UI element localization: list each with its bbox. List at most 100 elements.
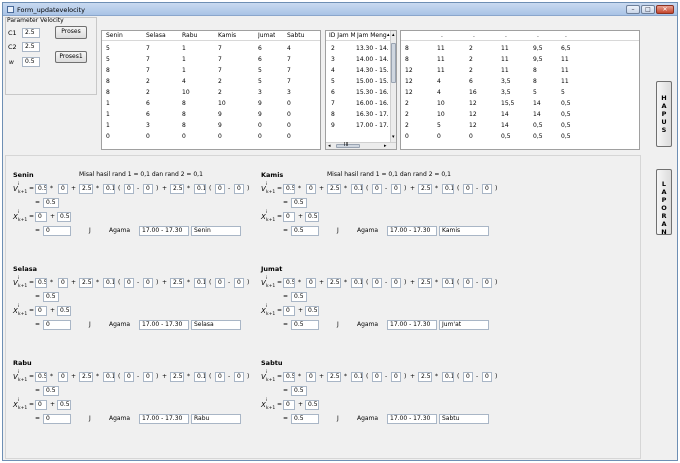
- day-block-jumat-jam-field[interactable]: 17.00 - 17.30: [387, 320, 437, 330]
- day-block-kamis-xv-field[interactable]: 0.5: [305, 212, 319, 222]
- day-block-rabu-w-field[interactable]: 0.5: [35, 372, 47, 382]
- day-block-sabtu-x-field[interactable]: 0: [283, 400, 295, 410]
- day-block-selasa-c1-field[interactable]: 2.5: [79, 278, 93, 288]
- day-block-sabtu-xv-field[interactable]: 0.5: [305, 400, 319, 410]
- days-col-header-5[interactable]: Sabtu: [287, 32, 304, 40]
- right-col-header-3[interactable]: .: [505, 32, 507, 40]
- day-block-senin-q-field[interactable]: 0: [143, 184, 153, 194]
- day-block-senin-c1-field[interactable]: 2.5: [79, 184, 93, 194]
- days-grid[interactable]: Senin Selasa Rabu Kamis Jumat Sabtu 5 7 1 7 6 4 5 7 1 7…: [101, 30, 321, 150]
- day-block-kamis-c1-field[interactable]: 2.5: [327, 184, 341, 194]
- day-block-kamis-w-field[interactable]: 0.5: [283, 184, 295, 194]
- day-block-sabtu-v-result[interactable]: 0.5: [291, 386, 307, 396]
- day-block-selasa-v-field[interactable]: 0: [58, 278, 68, 288]
- close-button[interactable]: ✕: [656, 5, 674, 14]
- day-block-sabtu-g-field[interactable]: 0: [463, 372, 473, 382]
- day-block-sabtu-c1-field[interactable]: 2.5: [327, 372, 341, 382]
- day-block-sabtu-day-field[interactable]: Sabtu: [439, 414, 489, 424]
- day-block-kamis-r1-field[interactable]: 0.1: [351, 184, 363, 194]
- day-block-senin-r1-field[interactable]: 0.1: [103, 184, 115, 194]
- days-col-header-1[interactable]: Selasa: [146, 32, 166, 40]
- day-block-kamis-jam-field[interactable]: 17.00 - 17.30: [387, 226, 437, 236]
- day-block-rabu-q2-field[interactable]: 0: [234, 372, 244, 382]
- w-field[interactable]: 0.5: [22, 57, 40, 67]
- day-block-kamis-q-field[interactable]: 0: [391, 184, 401, 194]
- day-block-rabu-xv-field[interactable]: 0.5: [57, 400, 71, 410]
- day-block-senin-c2-field[interactable]: 2.5: [170, 184, 184, 194]
- day-block-jumat-v-result[interactable]: 0.5: [291, 292, 307, 302]
- day-block-jumat-day-field[interactable]: Jum'at: [439, 320, 489, 330]
- day-block-rabu-r1-field[interactable]: 0.1: [103, 372, 115, 382]
- day-block-rabu-v-result[interactable]: 0.5: [43, 386, 59, 396]
- minimize-button[interactable]: –: [626, 5, 640, 14]
- day-block-rabu-day-field[interactable]: Rabu: [191, 414, 241, 424]
- day-block-senin-v-field[interactable]: 0: [58, 184, 68, 194]
- day-block-kamis-r2-field[interactable]: 0.1: [442, 184, 454, 194]
- day-block-jumat-c2-field[interactable]: 2.5: [418, 278, 432, 288]
- day-block-senin-q2-field[interactable]: 0: [234, 184, 244, 194]
- day-block-sabtu-r1-field[interactable]: 0.1: [351, 372, 363, 382]
- day-block-selasa-r1-field[interactable]: 0.1: [103, 278, 115, 288]
- c1-field[interactable]: 2.5: [22, 28, 40, 38]
- day-block-jumat-q-field[interactable]: 0: [391, 278, 401, 288]
- days-col-header-0[interactable]: Senin: [106, 32, 123, 40]
- scroll-up-icon[interactable]: ▴: [392, 31, 395, 39]
- day-block-jumat-p-field[interactable]: 0: [372, 278, 382, 288]
- right-col-header-4[interactable]: .: [537, 32, 539, 40]
- day-block-rabu-jam-field[interactable]: 17.00 - 17.30: [139, 414, 189, 424]
- day-block-senin-xv-field[interactable]: 0.5: [57, 212, 71, 222]
- c2-field[interactable]: 2.5: [22, 42, 40, 52]
- day-block-senin-p-field[interactable]: 0: [124, 184, 134, 194]
- day-block-sabtu-v-field[interactable]: 0: [306, 372, 316, 382]
- day-block-selasa-q2-field[interactable]: 0: [234, 278, 244, 288]
- day-block-sabtu-c2-field[interactable]: 2.5: [418, 372, 432, 382]
- day-block-jumat-c1-field[interactable]: 2.5: [327, 278, 341, 288]
- day-block-jumat-q2-field[interactable]: 0: [482, 278, 492, 288]
- proses-button[interactable]: Proses: [55, 26, 87, 39]
- day-block-senin-v-result[interactable]: 0.5: [43, 198, 59, 208]
- day-block-rabu-g-field[interactable]: 0: [215, 372, 225, 382]
- day-block-kamis-g-field[interactable]: 0: [463, 184, 473, 194]
- jam-grid[interactable]: ▴ ▾ ◂ III ▸ ID Jam M...Jam Mengaj▴213.30…: [325, 30, 397, 150]
- day-block-rabu-p-field[interactable]: 0: [124, 372, 134, 382]
- day-block-senin-x-result[interactable]: 0: [43, 226, 71, 236]
- proses1-button[interactable]: Proses1: [55, 51, 87, 63]
- day-block-senin-g-field[interactable]: 0: [215, 184, 225, 194]
- day-block-rabu-c2-field[interactable]: 2.5: [170, 372, 184, 382]
- day-block-sabtu-r2-field[interactable]: 0.1: [442, 372, 454, 382]
- day-block-selasa-xv-field[interactable]: 0.5: [57, 306, 71, 316]
- right-col-header-2[interactable]: .: [473, 32, 475, 40]
- day-block-senin-day-field[interactable]: Senin: [191, 226, 241, 236]
- jam-grid-hscroll[interactable]: ◂ III ▸: [326, 142, 396, 149]
- days-col-header-3[interactable]: Kamis: [218, 32, 236, 40]
- day-block-kamis-c2-field[interactable]: 2.5: [418, 184, 432, 194]
- jam-col-header-0[interactable]: ID Jam M...: [329, 32, 355, 40]
- day-block-selasa-x-result[interactable]: 0: [43, 320, 71, 330]
- scroll-down-icon[interactable]: ▾: [392, 133, 395, 141]
- day-block-jumat-w-field[interactable]: 0.5: [283, 278, 295, 288]
- maximize-button[interactable]: □: [641, 5, 655, 14]
- right-grid[interactable]: ..... 8 11 2 11 9,5 6,5 8 11 2 11 9,5 11 12 11 2 11 8 11 12…: [400, 30, 640, 150]
- day-block-selasa-q-field[interactable]: 0: [143, 278, 153, 288]
- days-col-header-4[interactable]: Jumat: [258, 32, 275, 40]
- day-block-jumat-x-field[interactable]: 0: [283, 306, 295, 316]
- day-block-sabtu-w-field[interactable]: 0.5: [283, 372, 295, 382]
- right-col-header-5[interactable]: .: [565, 32, 567, 40]
- day-block-jumat-g-field[interactable]: 0: [463, 278, 473, 288]
- days-col-header-2[interactable]: Rabu: [182, 32, 197, 40]
- day-block-kamis-v-field[interactable]: 0: [306, 184, 316, 194]
- day-block-senin-r2-field[interactable]: 0.1: [194, 184, 206, 194]
- day-block-selasa-v-result[interactable]: 0.5: [43, 292, 59, 302]
- day-block-sabtu-q2-field[interactable]: 0: [482, 372, 492, 382]
- day-block-selasa-c2-field[interactable]: 2.5: [170, 278, 184, 288]
- laporan-button[interactable]: LAPORAN: [656, 169, 672, 236]
- day-block-senin-jam-field[interactable]: 17.00 - 17.30: [139, 226, 189, 236]
- day-block-kamis-p-field[interactable]: 0: [372, 184, 382, 194]
- day-block-senin-w-field[interactable]: 0.5: [35, 184, 47, 194]
- day-block-rabu-r2-field[interactable]: 0.1: [194, 372, 206, 382]
- day-block-jumat-xv-field[interactable]: 0.5: [305, 306, 319, 316]
- day-block-rabu-x-field[interactable]: 0: [35, 400, 47, 410]
- day-block-selasa-jam-field[interactable]: 17.00 - 17.30: [139, 320, 189, 330]
- jam-grid-vscroll[interactable]: ▴ ▾: [390, 31, 396, 143]
- day-block-jumat-r1-field[interactable]: 0.1: [351, 278, 363, 288]
